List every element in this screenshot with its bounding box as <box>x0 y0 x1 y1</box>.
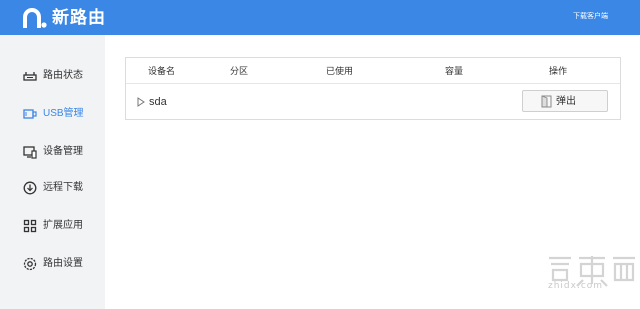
expand-arrow-icon[interactable] <box>137 97 145 107</box>
column-header-capacity: 容量 <box>445 66 464 76</box>
apps-icon <box>23 219 37 233</box>
eject-door-icon <box>541 95 552 108</box>
table-header: 设备名 分区 已使用 容量 操作 <box>126 58 620 84</box>
sidebar-item-router-status[interactable]: 路由状态 <box>0 63 105 89</box>
column-header-partition: 分区 <box>230 66 249 76</box>
sidebar-item-label: 路由设置 <box>43 258 83 269</box>
disk-name: sda <box>149 96 167 108</box>
sidebar-item-label: 远程下载 <box>43 182 83 193</box>
column-header-used: 已使用 <box>326 66 354 76</box>
usb-icon <box>23 109 37 119</box>
eject-label: 弹出 <box>556 96 576 107</box>
settings-icon <box>23 257 37 271</box>
sidebar-item-remote-download[interactable]: 远程下载 <box>0 175 105 201</box>
table-row: sda 弹出 <box>126 85 620 119</box>
router-status-icon <box>23 72 37 81</box>
download-client-link[interactable]: 下载客户端 <box>573 12 608 22</box>
brand-name: 新路由 <box>52 8 106 27</box>
sidebar-item-label: USB管理 <box>43 108 84 119</box>
sidebar-item-label: 设备管理 <box>43 146 83 157</box>
sidebar-item-usb[interactable]: USB管理 <box>0 101 105 127</box>
device-icon <box>23 146 37 159</box>
zhidx-watermark-logo <box>549 256 635 287</box>
sidebar-item-devices[interactable]: 设备管理 <box>0 139 105 165</box>
top-header: 新路由 下载客户端 <box>0 0 640 35</box>
usb-device-table: 设备名 分区 已使用 容量 操作 sda 弹出 <box>125 57 621 120</box>
sidebar-item-label: 扩展应用 <box>43 220 83 231</box>
sidebar: 路由状态 USB管理 设备管理 远程下载 扩展应用 路由设置 <box>0 35 105 309</box>
eject-button[interactable]: 弹出 <box>522 90 608 112</box>
sidebar-item-router-settings[interactable]: 路由设置 <box>0 251 105 277</box>
sidebar-item-label: 路由状态 <box>43 70 83 81</box>
router-logo-icon <box>23 8 47 28</box>
watermark-url: zhidx.com <box>548 281 604 291</box>
download-icon <box>23 181 37 195</box>
column-header-action: 操作 <box>549 66 568 76</box>
sidebar-item-extensions[interactable]: 扩展应用 <box>0 213 105 239</box>
column-header-device-name: 设备名 <box>148 66 176 76</box>
